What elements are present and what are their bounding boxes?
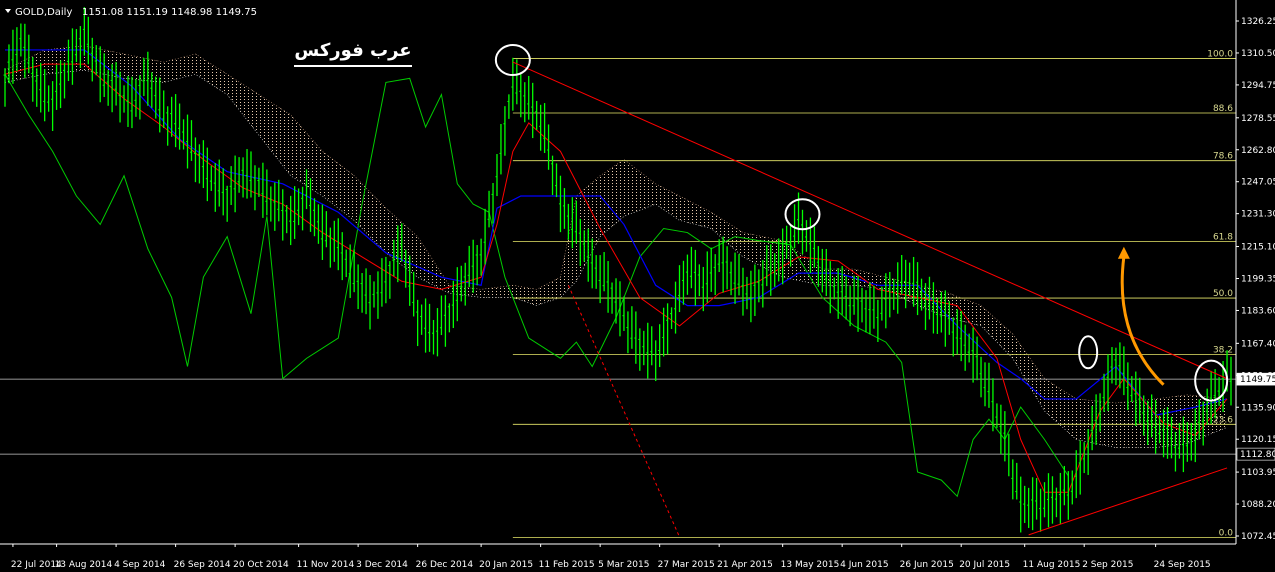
chart-root: 100.0 88.6 78.6 61.8 50.0 38.2 23.6 0.0 1326.25…	[0, 0, 1275, 572]
y-tick-label: 1278.55	[1241, 114, 1275, 124]
x-tick-label: 21 Apr 2015	[717, 560, 773, 570]
x-tick-label: 20 Jul 2015	[959, 560, 1010, 570]
y-tick-label: 1183.60	[1241, 306, 1275, 316]
symbol-label: GOLD,Daily	[15, 7, 72, 18]
y-tick-label: 1262.80	[1241, 146, 1275, 156]
current-price-label: 1149.75	[1240, 375, 1275, 385]
y-tick-label: 1247.05	[1241, 178, 1275, 188]
fib-label-50.0: 50.0	[1213, 289, 1233, 299]
y-tick-label: 1167.40	[1241, 339, 1275, 349]
x-tick-label: 3 Dec 2014	[356, 560, 408, 570]
x-tick-label: 20 Oct 2014	[233, 560, 289, 570]
x-tick-label: 2 Sep 2015	[1082, 560, 1133, 570]
tenkan-sen-line	[4, 63, 1228, 493]
x-tick-label: 26 Sep 2014	[174, 560, 231, 570]
support-line-label: 1112.80	[1240, 450, 1275, 460]
y-tick-label: 1120.15	[1241, 435, 1275, 445]
x-tick-label: 11 Aug 2015	[1023, 560, 1081, 570]
y-tick-label: 1215.10	[1241, 243, 1275, 253]
x-tick-label: 24 Sep 2015	[1154, 560, 1211, 570]
y-tick-label: 1088.20	[1241, 500, 1275, 510]
x-tick-label: 13 Aug 2014	[55, 560, 113, 570]
price-series-layer	[3, 7, 1232, 533]
logo: عرب فوركس	[294, 40, 412, 67]
x-tick-label: 26 Dec 2014	[416, 560, 474, 570]
ichimoku-cloud-layer	[4, 45, 1228, 448]
ichimoku-cloud	[5, 45, 1228, 448]
fib-label-23.6: 23.6	[1213, 415, 1233, 425]
x-tick-label: 4 Jun 2015	[840, 560, 888, 570]
fib-label-88.6: 88.6	[1213, 104, 1233, 114]
indicator-lines-layer	[4, 49, 1228, 498]
x-tick-label: 13 May 2015	[781, 560, 840, 570]
fib-label-78.6: 78.6	[1213, 152, 1233, 162]
y-tick-label: 1072.45	[1241, 532, 1275, 542]
x-tick-label: 11 Nov 2014	[297, 560, 355, 570]
x-tick-label: 4 Sep 2014	[114, 560, 166, 570]
ohlc-values: 1151.08 1151.19 1148.98 1149.75	[82, 7, 257, 18]
highlight-circle-2	[1078, 335, 1099, 370]
trendline-1	[1028, 467, 1228, 536]
axes-layer: 1326.25 1310.50 1294.75 1278.55 1262.80 1247.…	[0, 0, 1275, 570]
y-tick-label: 1326.25	[1241, 17, 1275, 27]
x-tick-label: 27 Mar 2015	[658, 560, 715, 570]
y-tick-label: 1135.90	[1241, 403, 1275, 413]
fib-label-0.0: 0.0	[1219, 529, 1234, 539]
y-tick-label: 1231.30	[1241, 210, 1275, 220]
y-tick-label: 1294.75	[1241, 81, 1275, 91]
x-tick-label: 26 Jun 2015	[900, 560, 954, 570]
price-chart[interactable]: 100.0 88.6 78.6 61.8 50.0 38.2 23.6 0.0 1326.25…	[0, 0, 1275, 572]
y-tick-label: 1310.50	[1241, 49, 1275, 59]
y-tick-label: 1199.35	[1241, 275, 1275, 285]
x-tick-label: 5 Mar 2015	[598, 560, 649, 570]
header-layer: GOLD,Daily 1151.08 1151.19 1148.98 1149.…	[5, 7, 257, 18]
y-tick-label: 1103.95	[1241, 468, 1275, 478]
menu-triangle-icon[interactable]	[5, 9, 11, 13]
senkou-span-a-line	[4, 45, 1228, 404]
fib-label-61.8: 61.8	[1213, 232, 1233, 242]
x-tick-label: 20 Jan 2015	[479, 560, 533, 570]
fib-label-100.0: 100.0	[1207, 49, 1233, 59]
projection-arrow-head	[1117, 246, 1130, 259]
x-tick-label: 11 Feb 2015	[539, 560, 595, 570]
logo-text: عرب فوركس	[294, 40, 411, 61]
fib-label-38.2: 38.2	[1213, 345, 1233, 355]
